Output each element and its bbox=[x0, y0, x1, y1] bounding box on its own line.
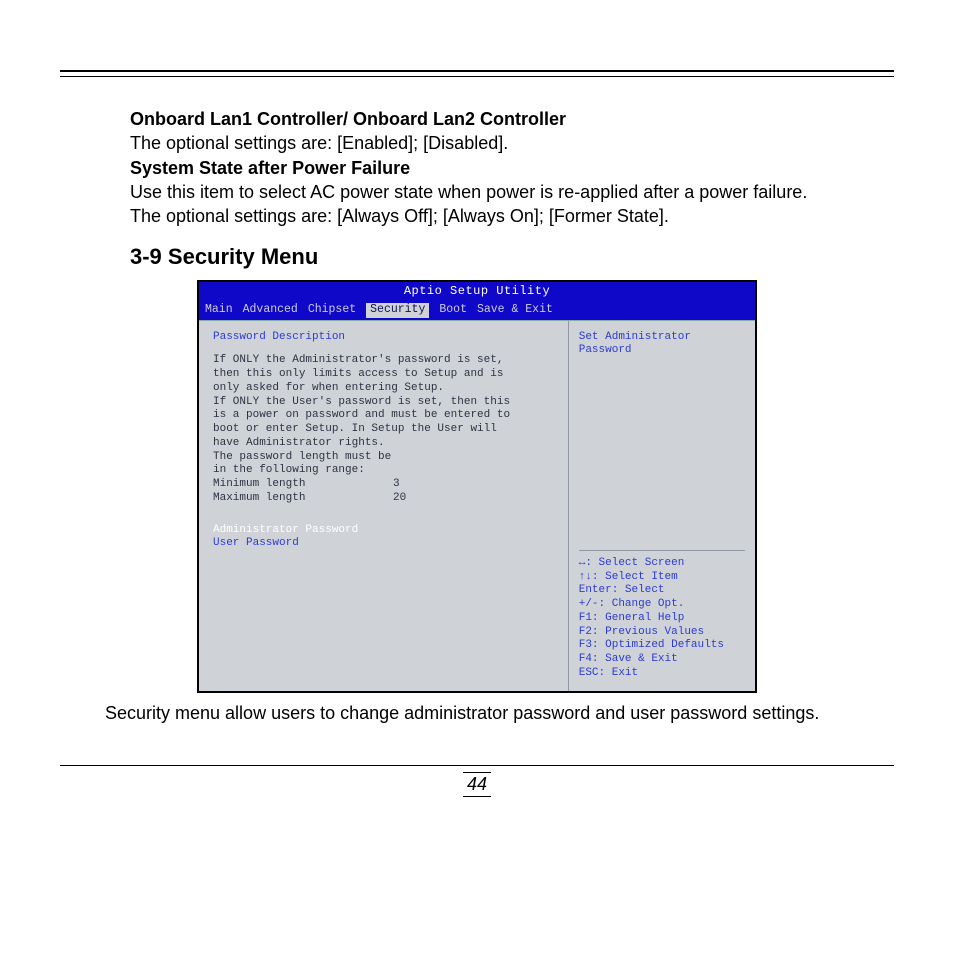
text-system-state-desc: Use this item to select AC power state w… bbox=[130, 180, 824, 204]
bios-desc-line: in the following range: bbox=[213, 464, 558, 478]
bios-desc-line: If ONLY the Administrator's password is … bbox=[213, 354, 558, 368]
section-heading: 3-9 Security Menu bbox=[130, 242, 824, 272]
bios-user-password-item[interactable]: User Password bbox=[213, 537, 558, 551]
bios-desc-line: only asked for when entering Setup. bbox=[213, 382, 558, 396]
bios-key-line: F2: Previous Values bbox=[579, 626, 745, 640]
bios-max-length-label: Maximum length bbox=[213, 492, 393, 506]
bios-desc-line: have Administrator rights. bbox=[213, 437, 558, 451]
bios-tab-security[interactable]: Security bbox=[366, 303, 429, 317]
text-lan-settings: The optional settings are: [Enabled]; [D… bbox=[130, 131, 824, 155]
page-number: 44 bbox=[0, 772, 954, 797]
bios-min-length-value: 3 bbox=[393, 478, 400, 492]
bios-tab-advanced[interactable]: Advanced bbox=[243, 303, 298, 317]
text-system-state-options: The optional settings are: [Always Off];… bbox=[130, 204, 824, 228]
bios-desc-line: The password length must be bbox=[213, 451, 558, 465]
bios-key-line: F3: Optimized Defaults bbox=[579, 639, 745, 653]
bios-tab-bar: Main Advanced Chipset Security Boot Save… bbox=[199, 301, 755, 319]
heading-system-state: System State after Power Failure bbox=[130, 156, 824, 180]
bios-tab-boot[interactable]: Boot bbox=[439, 303, 467, 317]
bios-key-line: ↑↓: Select Item bbox=[579, 571, 745, 585]
bios-screenshot: Aptio Setup Utility Main Advanced Chipse… bbox=[197, 280, 757, 692]
bios-tab-chipset[interactable]: Chipset bbox=[308, 303, 356, 317]
bios-key-line: ESC: Exit bbox=[579, 667, 745, 681]
bios-key-line: F1: General Help bbox=[579, 612, 745, 626]
top-double-rule bbox=[60, 70, 894, 77]
bios-min-length-row: Minimum length 3 bbox=[213, 478, 558, 492]
bios-desc-line: is a power on password and must be enter… bbox=[213, 409, 558, 423]
bios-key-line: ↔: Select Screen bbox=[579, 557, 745, 571]
bios-tab-main[interactable]: Main bbox=[205, 303, 233, 317]
bios-tab-save-exit[interactable]: Save & Exit bbox=[477, 303, 553, 317]
heading-lan-controller: Onboard Lan1 Controller/ Onboard Lan2 Co… bbox=[130, 107, 824, 131]
bios-left-pane: Password Description If ONLY the Adminis… bbox=[199, 321, 568, 691]
bios-key-line: F4: Save & Exit bbox=[579, 653, 745, 667]
bios-key-legend: ↔: Select Screen ↑↓: Select Item Enter: … bbox=[579, 550, 745, 681]
bios-max-length-value: 20 bbox=[393, 492, 406, 506]
bios-title: Aptio Setup Utility bbox=[199, 282, 755, 301]
bios-min-length-label: Minimum length bbox=[213, 478, 393, 492]
bios-help-text: Set Administrator Password bbox=[579, 331, 745, 359]
bios-desc-line: boot or enter Setup. In Setup the User w… bbox=[213, 423, 558, 437]
bios-key-line: Enter: Select bbox=[579, 584, 745, 598]
bios-max-length-row: Maximum length 20 bbox=[213, 492, 558, 506]
bios-right-pane: Set Administrator Password ↔: Select Scr… bbox=[568, 321, 755, 691]
bios-password-description-header: Password Description bbox=[213, 331, 558, 345]
bios-desc-line: If ONLY the User's password is set, then… bbox=[213, 396, 558, 410]
bios-administrator-password-item[interactable]: Administrator Password bbox=[213, 524, 558, 538]
bios-desc-line: then this only limits access to Setup an… bbox=[213, 368, 558, 382]
bios-key-line: +/-: Change Opt. bbox=[579, 598, 745, 612]
text-security-menu-desc: Security menu allow users to change admi… bbox=[105, 701, 849, 725]
bottom-rule bbox=[60, 765, 894, 766]
